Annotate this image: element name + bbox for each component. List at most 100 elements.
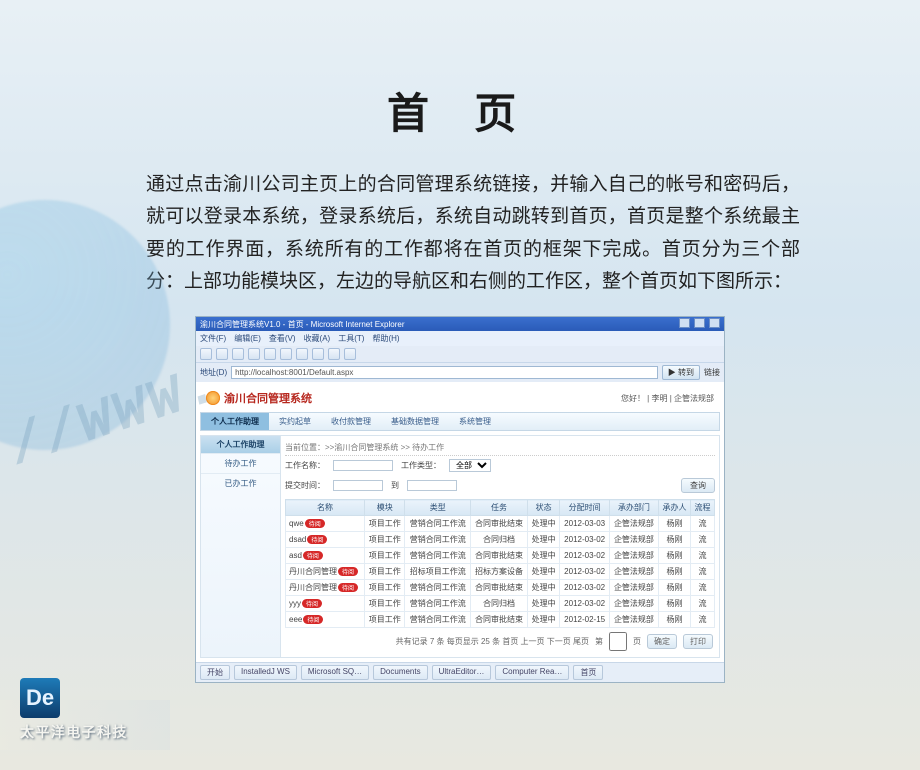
goto-prefix: 第 bbox=[595, 636, 603, 647]
favorites-button[interactable] bbox=[296, 348, 308, 360]
table-cell: 流 bbox=[691, 532, 715, 548]
name-cell[interactable]: qwe待阅 bbox=[286, 516, 365, 532]
ie-toolbar[interactable] bbox=[196, 346, 724, 362]
search-button[interactable]: 查询 bbox=[681, 478, 715, 493]
maximize-button[interactable] bbox=[694, 318, 705, 328]
table-cell: 合同审批结束 bbox=[470, 612, 527, 628]
home-button[interactable] bbox=[264, 348, 276, 360]
table-row[interactable]: yyy待阅项目工作营销合同工作流合同归档处理中2012-03-02企管法规部杨刚… bbox=[286, 596, 715, 612]
table-cell: 流 bbox=[691, 580, 715, 596]
table-row[interactable]: dsad待阅项目工作营销合同工作流合同归档处理中2012-03-02企管法规部杨… bbox=[286, 532, 715, 548]
taskbar-item[interactable]: Computer Rea… bbox=[495, 665, 569, 680]
table-cell: 合同审批结束 bbox=[470, 580, 527, 596]
ie-menu-item[interactable]: 收藏(A) bbox=[304, 333, 331, 344]
name-cell[interactable]: 丹川合同管理待阅 bbox=[286, 580, 365, 596]
minimize-button[interactable] bbox=[679, 318, 690, 328]
table-cell: 2012-03-02 bbox=[560, 532, 610, 548]
module-tab[interactable]: 实约起草 bbox=[269, 413, 321, 430]
taskbar-item[interactable]: UltraEditor… bbox=[432, 665, 492, 680]
name-cell[interactable]: dsad待阅 bbox=[286, 532, 365, 548]
back-button[interactable] bbox=[200, 348, 212, 360]
close-button[interactable] bbox=[709, 318, 720, 328]
table-row[interactable]: eee待阅项目工作营销合同工作流合同审批结束处理中2012-02-15企管法规部… bbox=[286, 612, 715, 628]
filter-time-from[interactable] bbox=[333, 480, 383, 491]
table-cell: 杨刚 bbox=[658, 564, 690, 580]
ie-menu-item[interactable]: 编辑(E) bbox=[234, 333, 261, 344]
start-button[interactable]: 开始 bbox=[200, 665, 230, 680]
address-label: 地址(D) bbox=[200, 367, 227, 378]
ie-menu-item[interactable]: 查看(V) bbox=[269, 333, 296, 344]
go-button[interactable]: ▶ 转到 bbox=[662, 365, 700, 380]
window-controls[interactable] bbox=[677, 318, 720, 330]
table-cell: 项目工作 bbox=[364, 516, 405, 532]
table-row[interactable]: qwe待阅项目工作营销合同工作流合同审批结束处理中2012-03-03企管法规部… bbox=[286, 516, 715, 532]
side-nav[interactable]: 个人工作助理 待办工作已办工作 bbox=[201, 436, 281, 657]
name-cell[interactable]: yyy待阅 bbox=[286, 596, 365, 612]
pager-page-input[interactable] bbox=[609, 632, 627, 651]
table-cell: 处理中 bbox=[528, 612, 560, 628]
stop-button[interactable] bbox=[232, 348, 244, 360]
taskbar-item[interactable]: 首页 bbox=[573, 665, 603, 680]
table-cell: 企管法规部 bbox=[610, 596, 659, 612]
name-cell[interactable]: asd待阅 bbox=[286, 548, 365, 564]
pager-print-button[interactable]: 打印 bbox=[683, 634, 713, 649]
module-tab[interactable]: 收付款管理 bbox=[321, 413, 381, 430]
history-button[interactable] bbox=[312, 348, 324, 360]
table-cell: 2012-03-02 bbox=[560, 580, 610, 596]
table-cell: 合同审批结束 bbox=[470, 548, 527, 564]
table-cell: 处理中 bbox=[528, 532, 560, 548]
table-cell: 2012-03-03 bbox=[560, 516, 610, 532]
print-button[interactable] bbox=[344, 348, 356, 360]
forward-button[interactable] bbox=[216, 348, 228, 360]
table-cell: 2012-03-02 bbox=[560, 548, 610, 564]
filter-time-label: 提交时间： bbox=[285, 480, 325, 491]
table-cell: 项目工作 bbox=[364, 612, 405, 628]
table-cell: 流 bbox=[691, 548, 715, 564]
module-tab[interactable]: 基础数据管理 bbox=[381, 413, 449, 430]
table-cell: 企管法规部 bbox=[610, 612, 659, 628]
name-cell[interactable]: eee待阅 bbox=[286, 612, 365, 628]
table-header-cell: 任务 bbox=[470, 500, 527, 516]
ie-menu-item[interactable]: 文件(F) bbox=[200, 333, 226, 344]
table-cell: 处理中 bbox=[528, 564, 560, 580]
module-tab[interactable]: 个人工作助理 bbox=[201, 413, 269, 430]
app-header: 渝川合同管理系统 您好！ | 李明 | 企管法规部 bbox=[200, 386, 720, 412]
table-header-cell: 承办人 bbox=[658, 500, 690, 516]
filter-name-input[interactable] bbox=[333, 460, 393, 471]
ie-menu-item[interactable]: 帮助(H) bbox=[372, 333, 399, 344]
pager: 共有记录 7 条 每页显示 25 条 首页 上一页 下一页 尾页 第 页 确定 … bbox=[285, 628, 715, 653]
module-tabbar[interactable]: 个人工作助理实约起草收付款管理基础数据管理系统管理 bbox=[200, 412, 720, 431]
module-tab[interactable]: 系统管理 bbox=[449, 413, 501, 430]
address-input[interactable]: http://localhost:8001/Default.aspx bbox=[231, 366, 658, 379]
filter-type-select[interactable]: 全部 bbox=[449, 459, 491, 472]
table-row[interactable]: asd待阅项目工作营销合同工作流合同审批结束处理中2012-03-02企管法规部… bbox=[286, 548, 715, 564]
table-cell: 项目工作 bbox=[364, 548, 405, 564]
ie-address-bar: 地址(D) http://localhost:8001/Default.aspx… bbox=[196, 362, 724, 382]
sidenav-item[interactable]: 待办工作 bbox=[201, 453, 280, 473]
table-cell: 2012-03-02 bbox=[560, 564, 610, 580]
taskbar-item[interactable]: InstalledJ WS bbox=[234, 665, 297, 680]
app-logo-group: 渝川合同管理系统 bbox=[206, 390, 312, 406]
ie-menu-item[interactable]: 工具(T) bbox=[338, 333, 364, 344]
filter-time-to[interactable] bbox=[407, 480, 457, 491]
mail-button[interactable] bbox=[328, 348, 340, 360]
taskbar-item[interactable]: Microsoft SQ… bbox=[301, 665, 369, 680]
os-taskbar[interactable]: 开始 InstalledJ WS Microsoft SQ… Documents Ult… bbox=[196, 662, 724, 682]
ie-menubar[interactable]: 文件(F) 编辑(E) 查看(V) 收藏(A) 工具(T) 帮助(H) bbox=[196, 331, 724, 346]
table-row[interactable]: 丹川合同管理待阅项目工作营销合同工作流合同审批结束处理中2012-03-02企管… bbox=[286, 580, 715, 596]
work-table: 名称模块类型任务状态分配时间承办部门承办人流程 qwe待阅项目工作营销合同工作流… bbox=[285, 499, 715, 628]
taskbar-item[interactable]: Documents bbox=[373, 665, 427, 680]
name-cell[interactable]: 丹川合同管理待阅 bbox=[286, 564, 365, 580]
refresh-button[interactable] bbox=[248, 348, 260, 360]
sidenav-header: 个人工作助理 bbox=[201, 436, 280, 453]
logo-icon bbox=[206, 391, 220, 405]
table-header-cell: 模块 bbox=[364, 500, 405, 516]
table-row[interactable]: 丹川合同管理待阅项目工作招标项目工作流招标方案设备处理中2012-03-02企管… bbox=[286, 564, 715, 580]
filter-name-label: 工作名称： bbox=[285, 460, 325, 471]
sidenav-item[interactable]: 已办工作 bbox=[201, 473, 280, 493]
brand-logo-icon: De bbox=[20, 678, 60, 718]
search-button[interactable] bbox=[280, 348, 292, 360]
pager-ok-button[interactable]: 确定 bbox=[647, 634, 677, 649]
table-cell: 杨刚 bbox=[658, 532, 690, 548]
table-header-cell: 名称 bbox=[286, 500, 365, 516]
